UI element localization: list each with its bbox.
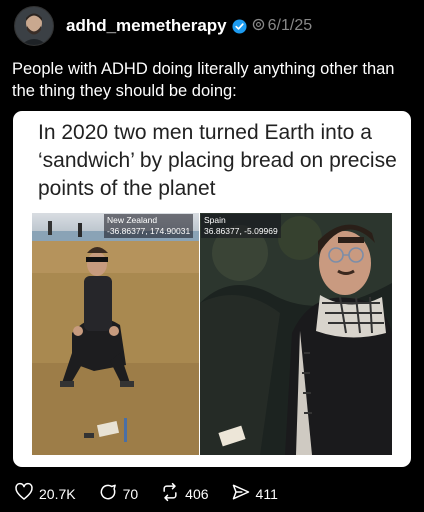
heart-icon	[14, 482, 39, 505]
repost-count: 406	[185, 485, 209, 502]
like-count: 20.7K	[39, 485, 76, 502]
spain-coordinates: 36.86377, -5.09969	[204, 226, 278, 236]
card-title: In 2020 two men turned Earth into a ‘san…	[38, 121, 397, 200]
reply-count: 70	[122, 485, 139, 502]
repost-button[interactable]: 406	[160, 482, 209, 505]
spain-location-label: Spain	[204, 215, 226, 225]
verified-badge-icon	[232, 18, 247, 34]
post-caption: People with ADHD doing literally anythin…	[12, 60, 395, 100]
reply-button[interactable]: 70	[98, 482, 139, 505]
post-image-card[interactable]: In 2020 two men turned Earth into a ‘san…	[13, 111, 411, 467]
nz-coordinates: -36.86377, 174.90031	[107, 226, 191, 236]
share-icon	[231, 482, 256, 505]
threads-icon	[252, 18, 265, 34]
action-bar: 20.7K 70 406 411	[14, 482, 300, 505]
nz-location-label: New Zealand	[107, 215, 158, 225]
avatar[interactable]	[14, 6, 54, 46]
like-button[interactable]: 20.7K	[14, 482, 76, 505]
post-date: 6/1/25	[267, 17, 313, 34]
spain-photo: Spain 36.86377, -5.09969	[200, 213, 392, 455]
repost-icon	[160, 482, 185, 505]
new-zealand-photo: New Zealand -36.86377, 174.90031	[32, 213, 199, 455]
reply-icon	[98, 482, 123, 505]
share-count: 411	[255, 485, 278, 502]
username[interactable]: adhd_memetherapy	[66, 16, 227, 36]
post-header: adhd_memetherapy 6/1/25	[14, 6, 410, 46]
share-button[interactable]: 411	[231, 482, 278, 505]
